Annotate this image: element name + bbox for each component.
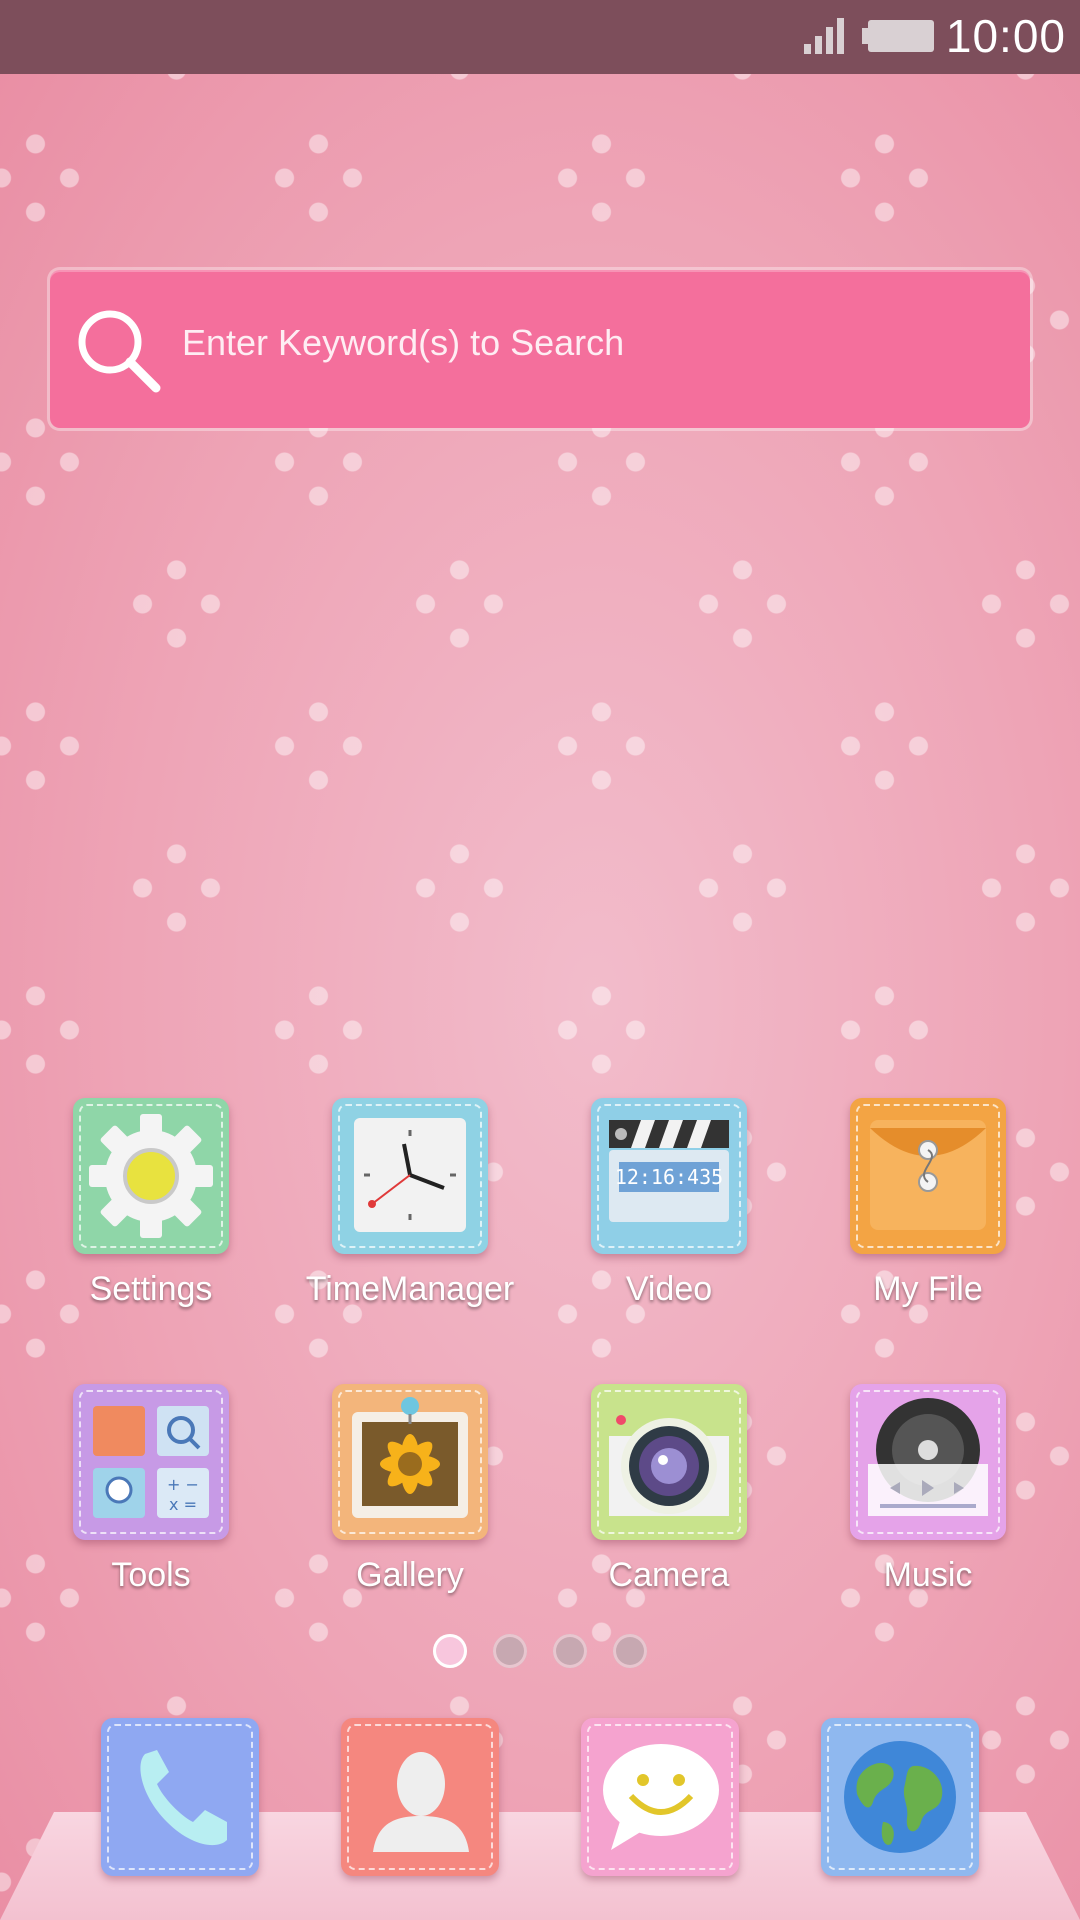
app-my-file[interactable]: My File	[808, 1098, 1048, 1358]
tools-grid-icon: + − x =	[73, 1384, 229, 1540]
dock-phone-button[interactable]	[101, 1718, 259, 1876]
status-time: 10:00	[945, 10, 1066, 62]
clock-icon	[332, 1098, 488, 1254]
dock-contacts-button[interactable]	[341, 1718, 499, 1876]
app-label: My File	[873, 1270, 983, 1308]
vinyl-player-icon	[850, 1384, 1006, 1540]
page-dot-3[interactable]	[553, 1634, 587, 1668]
envelope-folder-icon	[850, 1098, 1006, 1254]
app-gallery[interactable]: Gallery	[290, 1384, 530, 1644]
app-label: Settings	[89, 1270, 213, 1308]
app-label: Music	[883, 1556, 973, 1594]
search-bar[interactable]: Enter Keyword(s) to Search	[50, 270, 1030, 428]
dock-messaging-button[interactable]	[581, 1718, 739, 1876]
app-label: Camera	[608, 1556, 730, 1594]
page-indicator	[0, 1634, 1080, 1668]
svg-text:+ −: + −	[167, 1475, 199, 1494]
photo-sunflower-icon	[332, 1384, 488, 1540]
video-display: 12:16:435	[615, 1165, 723, 1189]
status-bar: 10:00	[0, 0, 1080, 74]
app-label: TimeManager	[305, 1270, 515, 1308]
app-music[interactable]: Music	[808, 1384, 1048, 1644]
dock-browser-button[interactable]	[821, 1718, 979, 1876]
camera-lens-icon	[591, 1384, 747, 1540]
browser-globe-icon	[844, 1741, 956, 1853]
app-tools[interactable]: + − x = Tools	[31, 1384, 271, 1644]
battery-icon	[862, 20, 934, 52]
search-placeholder: Enter Keyword(s) to Search	[182, 322, 625, 363]
app-timemanager[interactable]: TimeManager	[290, 1098, 530, 1358]
page-dot-1[interactable]	[433, 1634, 467, 1668]
clapperboard-icon: 12:16:435	[591, 1098, 747, 1254]
app-settings[interactable]: Settings	[31, 1098, 271, 1358]
signal-icon	[804, 18, 844, 54]
svg-text:x =: x =	[169, 1495, 197, 1514]
messaging-icon	[603, 1744, 719, 1850]
search-icon	[78, 310, 161, 393]
page-dot-4[interactable]	[613, 1634, 647, 1668]
app-video[interactable]: 12:16:435 Video	[549, 1098, 789, 1358]
app-label: Gallery	[356, 1556, 464, 1594]
app-label: Tools	[111, 1556, 191, 1594]
app-camera[interactable]: Camera	[549, 1384, 789, 1644]
app-label: Video	[625, 1270, 713, 1308]
gear-icon	[73, 1098, 229, 1254]
contacts-icon	[373, 1752, 469, 1852]
phone-icon	[140, 1750, 227, 1846]
page-dot-2[interactable]	[493, 1634, 527, 1668]
